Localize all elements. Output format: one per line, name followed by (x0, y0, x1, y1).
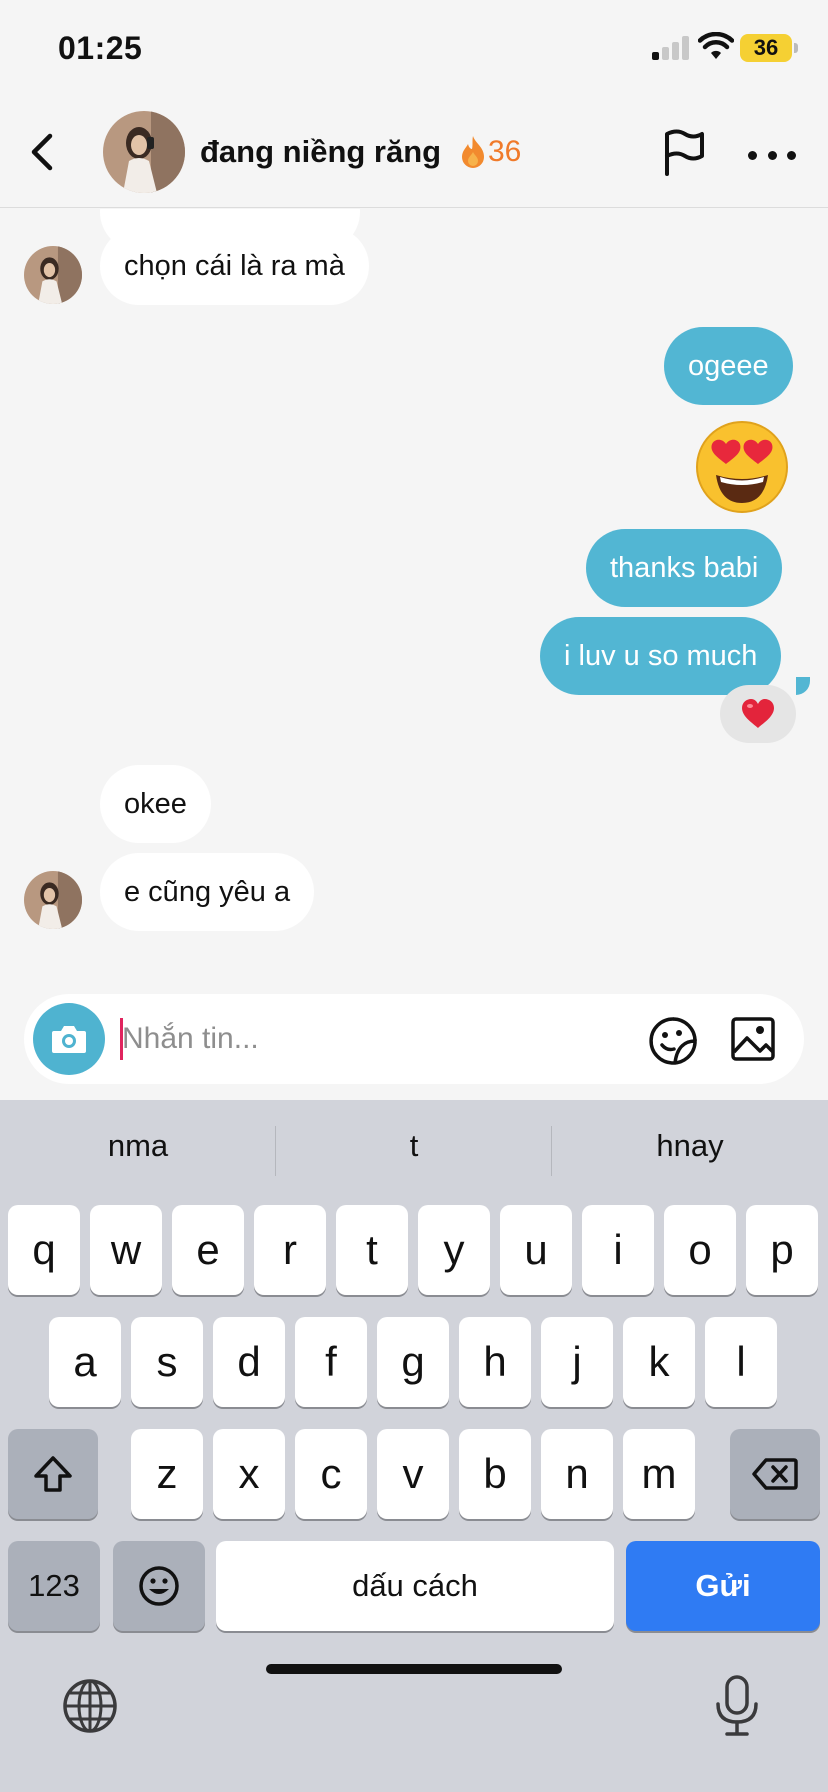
key-d[interactable]: d (213, 1317, 285, 1407)
more-options-button[interactable] (748, 140, 796, 170)
key-u[interactable]: u (500, 1205, 572, 1295)
key-a[interactable]: a (49, 1317, 121, 1407)
key-x[interactable]: x (213, 1429, 285, 1519)
globe-icon[interactable] (62, 1678, 118, 1734)
key-y[interactable]: y (418, 1205, 490, 1295)
red-heart-icon (742, 699, 774, 728)
outgoing-message[interactable]: thanks babi (586, 529, 783, 607)
contact-name[interactable]: đang niềng răng (200, 134, 441, 170)
key-j[interactable]: j (541, 1317, 613, 1407)
key-z[interactable]: z (131, 1429, 203, 1519)
key-t[interactable]: t (336, 1205, 408, 1295)
image-gallery-button[interactable] (730, 1016, 776, 1062)
incoming-message[interactable]: okee (100, 765, 211, 843)
heart-reaction[interactable] (720, 685, 796, 743)
key-h[interactable]: h (459, 1317, 531, 1407)
message-input[interactable] (122, 1016, 542, 1062)
sender-avatar[interactable] (24, 246, 82, 304)
message-composer (24, 994, 804, 1084)
key-l[interactable]: l (705, 1317, 777, 1407)
sender-avatar[interactable] (24, 871, 82, 929)
battery-nub (794, 43, 798, 53)
home-indicator[interactable] (266, 1664, 562, 1674)
microphone-icon[interactable] (712, 1674, 762, 1738)
suggestion-item[interactable]: nma (0, 1128, 276, 1164)
key-e[interactable]: e (172, 1205, 244, 1295)
status-bar: 01:25 36 (0, 0, 828, 100)
fire-icon (462, 136, 484, 168)
avatar-photo-icon (24, 246, 82, 304)
incoming-message[interactable]: chọn cái là ra mà (100, 227, 369, 305)
suggestion-bar: nma t hnay (0, 1100, 828, 1200)
space-key[interactable]: dấu cách (216, 1541, 614, 1631)
chat-header: đang niềng răng 36 (0, 100, 828, 208)
battery-indicator: 36 (740, 34, 792, 62)
back-button[interactable] (22, 130, 66, 174)
avatar-photo-icon (24, 871, 82, 929)
outgoing-message[interactable]: i luv u so much (540, 617, 782, 695)
key-o[interactable]: o (664, 1205, 736, 1295)
key-m[interactable]: m (623, 1429, 695, 1519)
suggestion-item[interactable]: hnay (552, 1128, 828, 1164)
key-v[interactable]: v (377, 1429, 449, 1519)
backspace-icon (752, 1458, 798, 1490)
key-n[interactable]: n (541, 1429, 613, 1519)
outgoing-message[interactable]: ogeee (664, 327, 793, 405)
key-p[interactable]: p (746, 1205, 818, 1295)
wifi-icon (698, 32, 734, 59)
suggestion-item[interactable]: t (276, 1128, 552, 1164)
key-g[interactable]: g (377, 1317, 449, 1407)
shift-arrow-icon (34, 1456, 72, 1492)
key-b[interactable]: b (459, 1429, 531, 1519)
report-flag-button[interactable] (660, 128, 708, 178)
key-i[interactable]: i (582, 1205, 654, 1295)
numbers-key[interactable]: 123 (8, 1541, 100, 1631)
status-time: 01:25 (58, 30, 143, 66)
message-list[interactable]: chọn cái là ra mà ogeee thanks babi i lu… (0, 209, 828, 989)
backspace-key[interactable] (730, 1429, 820, 1519)
contact-avatar[interactable] (103, 111, 185, 193)
smiley-icon (139, 1566, 179, 1606)
key-w[interactable]: w (90, 1205, 162, 1295)
bubble-tail (796, 677, 810, 695)
camera-icon (52, 1026, 86, 1053)
key-r[interactable]: r (254, 1205, 326, 1295)
cellular-signal-icon (652, 36, 690, 60)
sticker-button[interactable] (648, 1016, 698, 1066)
keyboard: nma t hnay q w e r t y u i o p a s d f g… (0, 1100, 828, 1792)
shift-key[interactable] (8, 1429, 98, 1519)
streak-badge: 36 (460, 132, 521, 172)
emoji-key[interactable] (113, 1541, 205, 1631)
streak-count: 36 (488, 135, 522, 168)
avatar-photo-icon (103, 111, 185, 193)
camera-button[interactable] (33, 1003, 105, 1075)
send-key[interactable]: Gửi (626, 1541, 820, 1631)
key-q[interactable]: q (8, 1205, 80, 1295)
key-c[interactable]: c (295, 1429, 367, 1519)
heart-eyes-emoji-icon[interactable] (694, 419, 790, 515)
key-f[interactable]: f (295, 1317, 367, 1407)
key-k[interactable]: k (623, 1317, 695, 1407)
incoming-message[interactable]: e cũng yêu a (100, 853, 315, 931)
key-s[interactable]: s (131, 1317, 203, 1407)
